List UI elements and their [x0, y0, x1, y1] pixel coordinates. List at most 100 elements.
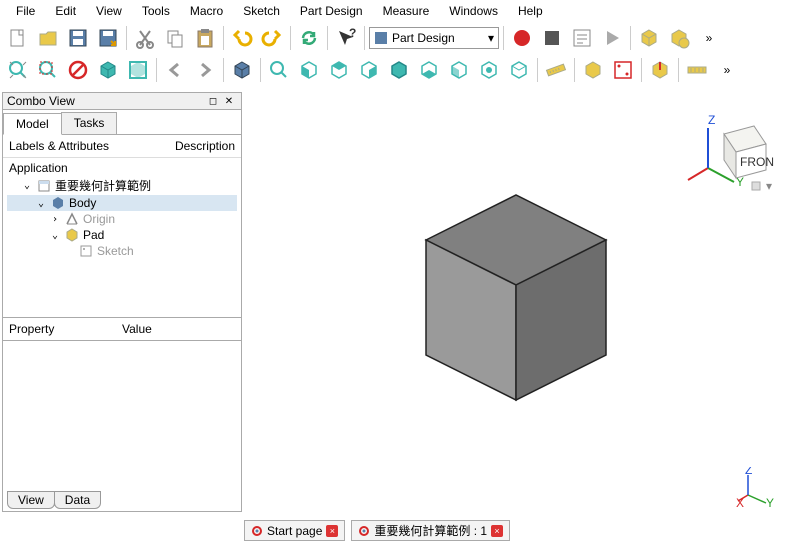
overflow-button[interactable]: »: [695, 24, 723, 52]
measure-button[interactable]: [542, 56, 570, 84]
view-dimetric-button[interactable]: [505, 56, 533, 84]
view-rear-button[interactable]: [385, 56, 413, 84]
tree-pad[interactable]: ⌄Pad: [7, 227, 237, 243]
property-col: Property: [9, 322, 122, 336]
menu-view[interactable]: View: [86, 2, 132, 20]
doc-tab-start[interactable]: Start page ×: [244, 520, 345, 541]
expand-icon[interactable]: ⌄: [49, 230, 61, 241]
tree-body[interactable]: ⌄Body: [7, 195, 237, 211]
document-icon: [37, 179, 51, 193]
tree-view[interactable]: Application ⌄重要幾何計算範例 ⌄Body ›Origin ⌄Pad…: [3, 158, 241, 318]
macro-list-button[interactable]: [568, 24, 596, 52]
navigation-cube[interactable]: Z Y FRONT ▾: [684, 104, 774, 194]
doc-tab-document[interactable]: 重要幾何計算範例 : 1 ×: [351, 520, 510, 541]
refresh-button[interactable]: [295, 24, 323, 52]
menu-help[interactable]: Help: [508, 2, 553, 20]
menu-sketch[interactable]: Sketch: [233, 2, 290, 20]
menu-tools[interactable]: Tools: [132, 2, 180, 20]
menu-edit[interactable]: Edit: [45, 2, 86, 20]
iso-view-button[interactable]: [228, 56, 256, 84]
workbench-selector[interactable]: Part Design ▾: [369, 27, 499, 49]
svg-text:▾: ▾: [766, 179, 772, 193]
pad-button[interactable]: [646, 56, 674, 84]
tree-sketch[interactable]: Sketch: [7, 243, 237, 259]
draw-style-button[interactable]: [94, 56, 122, 84]
part-new-button[interactable]: [579, 56, 607, 84]
close-tab-icon[interactable]: ×: [326, 525, 338, 537]
expand-icon[interactable]: ⌄: [35, 198, 47, 209]
svg-text:?: ?: [349, 27, 356, 40]
viewport-3d[interactable]: Z Y FRONT ▾ Y Z X: [244, 92, 788, 517]
copy-button[interactable]: [161, 24, 189, 52]
macro-record-button[interactable]: [508, 24, 536, 52]
expand-icon: [63, 246, 75, 257]
tree-application[interactable]: Application: [7, 160, 237, 176]
macro-run-button[interactable]: [598, 24, 626, 52]
workbench-label: Part Design: [392, 31, 455, 45]
new-file-button[interactable]: [4, 24, 32, 52]
view-front-button[interactable]: [295, 56, 323, 84]
view-right-button[interactable]: [355, 56, 383, 84]
property-tabs: View Data: [7, 491, 100, 509]
combo-view-title: Combo View: [7, 94, 205, 108]
save-button[interactable]: [64, 24, 92, 52]
property-body[interactable]: [3, 341, 241, 481]
fit-all-button[interactable]: [4, 56, 32, 84]
menu-file[interactable]: File: [6, 2, 45, 20]
cut-button[interactable]: [131, 24, 159, 52]
tab-data-props[interactable]: Data: [54, 491, 101, 509]
view-iso2-button[interactable]: [475, 56, 503, 84]
whatsthis-button[interactable]: ?: [332, 24, 360, 52]
menu-part-design[interactable]: Part Design: [290, 2, 373, 20]
undo-button[interactable]: [228, 24, 256, 52]
svg-text:FRONT: FRONT: [740, 155, 774, 169]
model-cube[interactable]: [366, 140, 666, 440]
paste-button[interactable]: [191, 24, 219, 52]
tree-document[interactable]: ⌄重要幾何計算範例: [7, 176, 237, 195]
view-left-button[interactable]: [445, 56, 473, 84]
menu-measure[interactable]: Measure: [373, 2, 440, 20]
undock-icon[interactable]: ◻: [205, 94, 221, 108]
zoom-button[interactable]: [265, 56, 293, 84]
tab-view-props[interactable]: View: [7, 491, 55, 509]
sketch-icon: [79, 244, 93, 258]
macro-stop-button[interactable]: [538, 24, 566, 52]
svg-text:Z: Z: [745, 467, 752, 477]
sketch-new-button[interactable]: [609, 56, 637, 84]
body-icon: [51, 196, 65, 210]
bounding-box-button[interactable]: [124, 56, 152, 84]
view-top-button[interactable]: [325, 56, 353, 84]
fit-selection-button[interactable]: [34, 56, 62, 84]
expand-icon[interactable]: ›: [49, 214, 61, 225]
svg-text:Z: Z: [708, 113, 715, 127]
part-body-button[interactable]: [635, 24, 663, 52]
tab-tasks[interactable]: Tasks: [61, 112, 118, 134]
toolbar-view: »: [0, 54, 790, 86]
tree-header-labels: Labels & Attributes: [9, 139, 175, 153]
document-tabs: Start page × 重要幾何計算範例 : 1 ×: [244, 520, 510, 541]
overflow-button-2[interactable]: »: [713, 56, 741, 84]
close-tab-icon[interactable]: ×: [491, 525, 503, 537]
expand-icon[interactable]: ⌄: [21, 180, 33, 191]
redo-button[interactable]: [258, 24, 286, 52]
nav-prev-button[interactable]: [161, 56, 189, 84]
chevron-down-icon: ▾: [488, 31, 494, 45]
close-icon[interactable]: ✕: [221, 94, 237, 108]
menu-windows[interactable]: Windows: [439, 2, 508, 20]
view-bottom-button[interactable]: [415, 56, 443, 84]
menu-macro[interactable]: Macro: [180, 2, 233, 20]
toolbar-main: ? Part Design ▾ »: [0, 22, 790, 54]
measure-linear-button[interactable]: [683, 56, 711, 84]
axis-gizmo: Y Z X: [736, 467, 776, 507]
part-primitive-button[interactable]: [665, 24, 693, 52]
no-view-button[interactable]: [64, 56, 92, 84]
tab-model[interactable]: Model: [3, 113, 62, 135]
saveas-button[interactable]: [94, 24, 122, 52]
svg-text:X: X: [736, 496, 744, 507]
open-file-button[interactable]: [34, 24, 62, 52]
pad-icon: [65, 228, 79, 242]
nav-next-button[interactable]: [191, 56, 219, 84]
menu-bar: File Edit View Tools Macro Sketch Part D…: [0, 0, 790, 22]
tree-header-desc: Description: [175, 139, 235, 153]
tree-origin[interactable]: ›Origin: [7, 211, 237, 227]
